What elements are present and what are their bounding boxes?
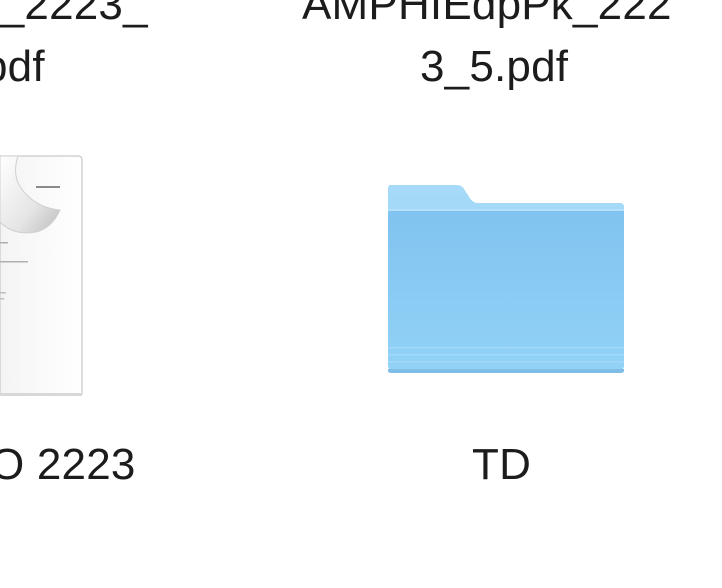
finder-icon-view: Pk_2223_ pdf AMPHIEdpPk_222 3_5.pdf — [0, 0, 722, 588]
file-name-line-1: Pk_2223_ — [0, 0, 148, 29]
folder-name: TD — [472, 440, 532, 489]
file-name-line-1: AMPHIEdpPk_222 — [302, 0, 672, 29]
file-name-line-2: pdf — [0, 42, 45, 91]
file-name-line-2: 3_5.pdf — [420, 42, 569, 91]
document-icon — [0, 155, 83, 396]
folder-icon — [388, 185, 624, 373]
file-name: O 2223 — [0, 440, 136, 489]
